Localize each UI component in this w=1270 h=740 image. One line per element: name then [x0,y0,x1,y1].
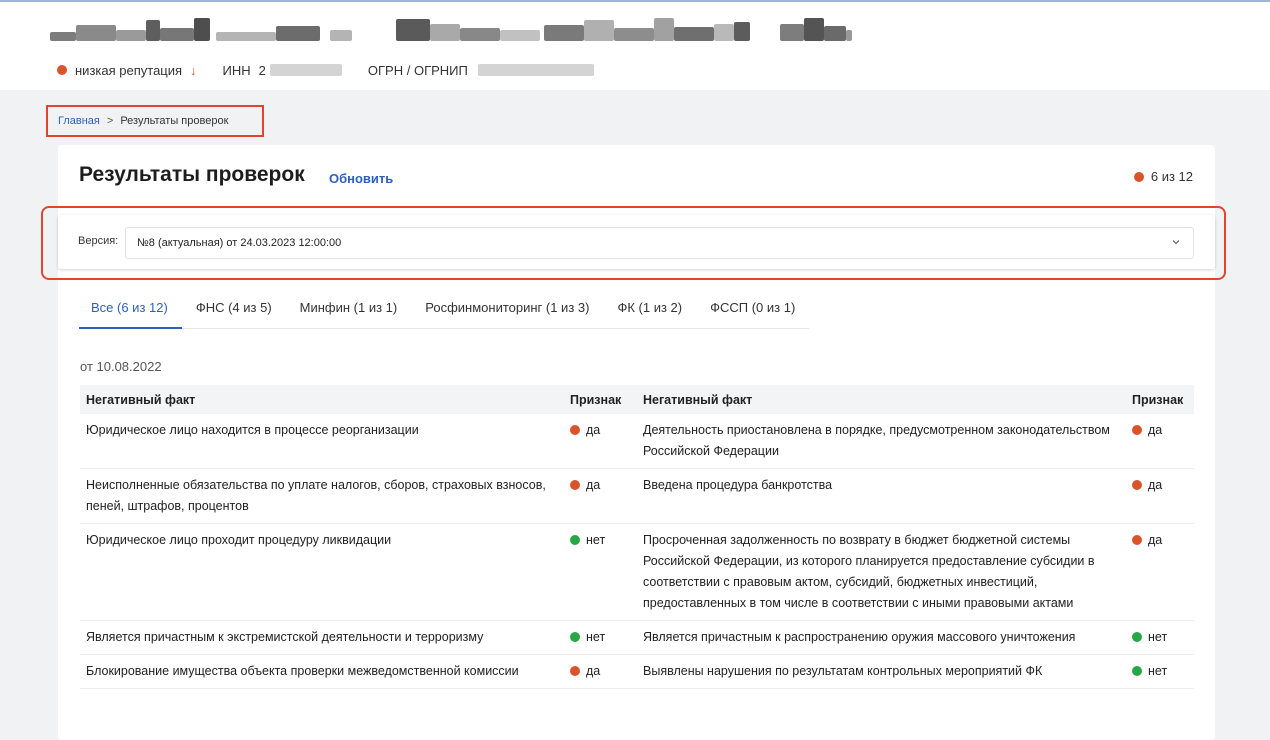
status-dot [1132,425,1142,435]
results-table-wrap: Негативный факт Признак Негативный факт … [80,385,1194,740]
fact-cell: Введена процедура банкротства [637,468,1126,524]
counter-status-dot [1133,171,1144,182]
sign-cell: нет [564,523,637,621]
sign-cell: нет [1126,620,1194,655]
tab-fssp[interactable]: ФССП (0 из 1) [696,298,809,329]
fact-cell: Просроченная задолженность по возврату в… [637,523,1126,621]
status-dot [1132,535,1142,545]
status-dot [570,632,580,642]
fact-cell: Выявлены нарушения по результатам контро… [637,654,1126,689]
sign-cell: да [564,414,637,469]
results-table: Негативный факт Признак Негативный факт … [80,385,1194,689]
breadcrumb: Главная > Результаты проверок [46,105,264,137]
status-dot [570,425,580,435]
column-header-fact: Негативный факт [80,385,564,414]
status-dot [570,480,580,490]
table-row: Блокирование имущества объекта проверки … [80,654,1194,689]
organization-header: низкая репутация ↓ ИНН 2 ОГРН / ОГРНИП [0,2,1270,90]
page-content: Главная > Результаты проверок Результаты… [0,90,1270,740]
breadcrumb-home-link[interactable]: Главная [58,115,100,127]
sign-value: нет [586,533,606,547]
sign-value: да [586,478,601,492]
column-header-fact: Негативный факт [637,385,1126,414]
fact-cell: Юридическое лицо проходит процедуру ликв… [80,523,564,621]
tab-fk[interactable]: ФК (1 из 2) [603,298,696,329]
sign-cell: нет [564,620,637,655]
status-dot [570,666,580,676]
sign-value: нет [1148,664,1168,678]
table-header-row: Негативный факт Признак Негативный факт … [80,385,1194,414]
sign-cell: нет [1126,654,1194,689]
fact-cell: Блокирование имущества объекта проверки … [80,654,564,689]
status-dot [1132,632,1142,642]
results-card: Результаты проверок Обновить 6 из 12 Вер… [41,145,1226,740]
tab-rosfinmonitoring[interactable]: Росфинмониторинг (1 из 3) [411,298,603,329]
sign-value: да [586,664,601,678]
tab-minfin[interactable]: Минфин (1 из 1) [286,298,412,329]
ogrn-value-redacted [477,64,594,76]
sign-cell: да [564,468,637,524]
column-header-sign: Признак [1126,385,1194,414]
sign-value: нет [1148,630,1168,644]
sign-value: да [1148,423,1163,437]
reputation-label: низкая репутация [75,62,183,78]
sign-cell: да [1126,468,1194,524]
page-title: Результаты проверок [79,163,305,186]
inn-label: ИНН [222,62,251,78]
sign-value: да [1148,478,1163,492]
refresh-button[interactable]: Обновить [329,171,393,186]
inn-value-redacted [269,64,342,76]
ogrn-label: ОГРН / ОГРНИП [367,62,468,78]
breadcrumb-separator: > [106,115,114,127]
tab-fns[interactable]: ФНС (4 из 5) [182,298,286,329]
results-counter: 6 из 12 [1133,169,1193,184]
arrow-down-icon: ↓ [190,62,197,78]
table-row: Юридическое лицо находится в процессе ре… [80,414,1194,469]
version-selected-value: №8 (актуальная) от 24.03.2023 12:00:00 [137,237,342,249]
status-dot [1132,666,1142,676]
table-row: Неисполненные обязательства по уплате на… [80,468,1194,524]
inn-value: 2 [258,62,266,78]
version-panel: Версия: №8 (актуальная) от 24.03.2023 12… [58,215,1215,269]
sign-cell: да [1126,523,1194,621]
status-dot [1132,480,1142,490]
fact-cell: Является причастным к экстремистской дея… [80,620,564,655]
sign-cell: да [564,654,637,689]
version-label: Версия: [78,235,119,247]
tab-all[interactable]: Все (6 из 12) [79,298,182,329]
chevron-down-icon[interactable] [1171,237,1181,247]
results-date: от 10.08.2022 [80,359,162,374]
sign-value: да [1148,533,1163,547]
sign-value: нет [586,630,606,644]
status-dot [570,535,580,545]
source-tabs: Все (6 из 12) ФНС (4 из 5) Минфин (1 из … [79,298,810,329]
table-row: Является причастным к экстремистской дея… [80,620,1194,655]
table-row: Юридическое лицо проходит процедуру ликв… [80,523,1194,621]
organization-name-redacted [50,16,852,46]
sign-cell: да [1126,414,1194,469]
reputation-status-dot [57,65,67,75]
version-select[interactable]: №8 (актуальная) от 24.03.2023 12:00:00 [125,227,1194,259]
fact-cell: Деятельность приостановлена в порядке, п… [637,414,1126,469]
fact-cell: Является причастным к распространению ор… [637,620,1126,655]
breadcrumb-current: Результаты проверок [120,115,229,127]
sign-value: да [586,423,601,437]
fact-cell: Юридическое лицо находится в процессе ре… [80,414,564,469]
organization-meta-row: низкая репутация ↓ ИНН 2 ОГРН / ОГРНИП [57,62,594,78]
column-header-sign: Признак [564,385,637,414]
fact-cell: Неисполненные обязательства по уплате на… [80,468,564,524]
counter-value: 6 из 12 [1150,169,1193,184]
